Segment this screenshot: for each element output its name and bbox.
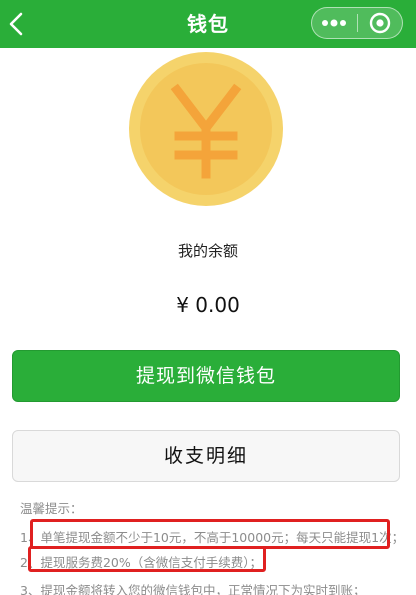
more-dots-icon [322,19,347,27]
withdraw-to-wechat-button[interactable]: 提现到微信钱包 [12,350,400,402]
tip-item: 3、提现金额将转入您的微信钱包中，正常情况下为实时到账； [20,583,366,595]
close-button[interactable] [358,8,403,38]
wallet-page: 钱包 我的余额 ¥ 0.00 提现到微信钱包 收支明细 温馨提示： 1、单笔提现… [0,0,416,595]
nav-bar: 钱包 [0,0,416,48]
transaction-details-button[interactable]: 收支明细 [12,430,400,482]
target-circle-icon [369,12,390,34]
balance-amount: ¥ 0.00 [176,293,240,317]
mini-program-capsule [311,7,403,39]
highlight-box-withdraw-rule [30,519,390,549]
yen-coin-icon [129,52,283,206]
balance-label: 我的余额 [177,242,238,260]
tips-heading: 温馨提示： [20,501,83,516]
more-button[interactable] [312,8,357,38]
highlight-box-service-fee [28,546,266,572]
